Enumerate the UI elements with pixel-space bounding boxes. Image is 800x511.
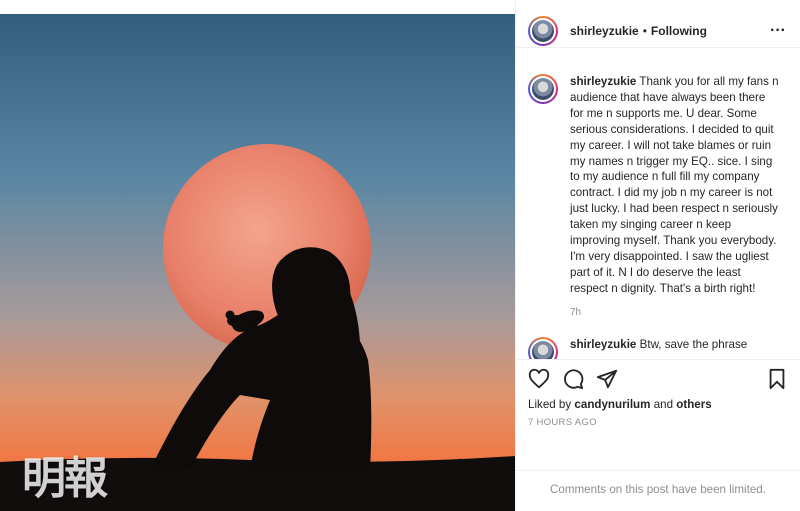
avatar[interactable] [528, 336, 558, 359]
separator-dot: • [642, 23, 647, 38]
post-image[interactable]: 明報 [0, 0, 515, 511]
more-options-icon[interactable]: ··· [770, 22, 786, 40]
comment-text: Btw, save the phrase [639, 337, 748, 351]
comment-username[interactable]: shirleyzukie [570, 338, 636, 351]
top-strip [0, 0, 515, 14]
post-header: shirleyzukie • Following ··· [516, 14, 800, 48]
avatar[interactable] [528, 15, 558, 46]
heart-icon[interactable] [528, 368, 550, 390]
likes-prefix: Liked by [528, 398, 572, 411]
post-sidebar: shirleyzukie • Following ··· shirleyzuki… [515, 0, 800, 511]
bookmark-icon[interactable] [766, 368, 788, 390]
likes-and: and [653, 398, 674, 411]
caption-username[interactable]: shirleyzukie [570, 75, 636, 88]
avatar[interactable] [528, 74, 558, 104]
sunset-silhouette-image [0, 0, 515, 511]
likes-others-link[interactable]: others [676, 398, 711, 411]
caption-comment: shirleyzukie Thank you for all my fans n… [528, 74, 788, 321]
username-link[interactable]: shirleyzukie [570, 24, 639, 38]
liked-by-user-link[interactable]: candynurilum [574, 398, 650, 411]
comment-icon[interactable] [562, 368, 584, 390]
action-bar [516, 360, 800, 398]
comments-area: shirleyzukie Thank you for all my fans n… [516, 48, 800, 360]
caption-text: Thank you for all my fans n audience tha… [570, 75, 779, 295]
comments-limited-notice: Comments on this post have been limited. [516, 470, 800, 496]
following-button[interactable]: Following [651, 24, 707, 38]
likes-line: Liked by candynurilum and others [516, 398, 800, 411]
post-timestamp[interactable]: 7 HOURS AGO [516, 411, 800, 428]
watermark-logo: 明報 [22, 453, 108, 504]
comment-item: shirleyzukie Btw, save the phrase [528, 336, 788, 359]
caption-time[interactable]: 7h [570, 305, 780, 321]
share-icon[interactable] [596, 368, 618, 390]
